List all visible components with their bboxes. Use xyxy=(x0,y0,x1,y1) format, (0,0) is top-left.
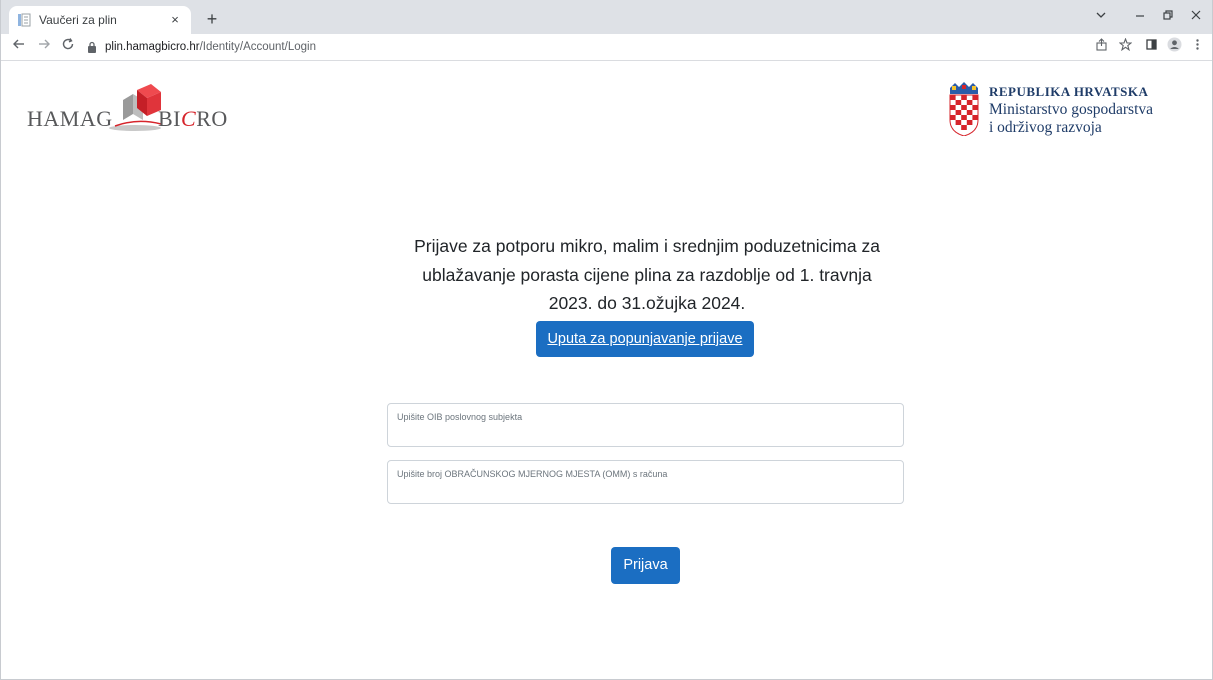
star-icon[interactable] xyxy=(1115,37,1135,57)
login-button[interactable]: Prijava xyxy=(611,547,680,584)
heading-line: 2023. do 31.ožujka 2024. xyxy=(548,293,746,313)
back-arrow-icon[interactable] xyxy=(9,37,29,57)
new-tab-button[interactable]: + xyxy=(201,9,223,31)
croatian-coat-of-arms-icon xyxy=(949,82,979,136)
profile-icon[interactable] xyxy=(1164,37,1184,57)
logo-text-bicro: BICRO xyxy=(158,106,228,131)
oib-input[interactable] xyxy=(388,404,903,446)
restore-icon[interactable] xyxy=(1157,8,1179,26)
omm-field[interactable]: Upišite broj OBRAČUNSKOG MJERNOG MJESTA … xyxy=(387,460,904,504)
share-icon[interactable] xyxy=(1091,37,1111,57)
forward-arrow-icon[interactable] xyxy=(34,37,54,57)
red-cube-icon xyxy=(109,84,162,131)
ministry-logo[interactable]: REPUBLIKA HRVATSKA Ministarstvo gospodar… xyxy=(949,82,1209,142)
tab-search-icon[interactable] xyxy=(1090,8,1112,26)
oib-field[interactable]: Upišite OIB poslovnog subjekta xyxy=(387,403,904,447)
url-path: /Identity/Account/Login xyxy=(199,41,316,53)
omm-input[interactable] xyxy=(388,461,903,503)
close-window-icon[interactable] xyxy=(1185,8,1207,26)
page-content: HAMAG BICRO REPUBLIKA HRVATSKA Ministars… xyxy=(1,62,1212,679)
ministry-country: REPUBLIKA HRVATSKA xyxy=(989,84,1149,99)
document-icon xyxy=(18,13,31,27)
browser-window: Vaučeri za plin × + plin.hamagbicro.hr/I… xyxy=(0,0,1213,680)
hamag-bicro-logo[interactable]: HAMAG BICRO xyxy=(27,84,237,140)
heading-line: Prijave za potporu mikro, malim i srednj… xyxy=(414,236,880,256)
ministry-name-line1: Ministarstvo gospodarstva xyxy=(989,101,1154,118)
tab-strip: Vaučeri za plin × + xyxy=(1,0,1212,34)
url-text: plin.hamagbicro.hr/Identity/Account/Logi… xyxy=(105,41,316,53)
reload-icon[interactable] xyxy=(58,37,78,57)
address-bar[interactable]: plin.hamagbicro.hr/Identity/Account/Logi… xyxy=(87,36,1087,58)
logo-text-hamag: HAMAG xyxy=(27,106,113,131)
browser-toolbar: plin.hamagbicro.hr/Identity/Account/Logi… xyxy=(1,34,1212,61)
close-tab-icon[interactable]: × xyxy=(167,12,183,28)
url-host: plin.hamagbicro.hr xyxy=(105,41,200,53)
side-panel-icon[interactable] xyxy=(1141,37,1161,57)
browser-tab[interactable]: Vaučeri za plin × xyxy=(9,6,191,34)
heading-line: ublažavanje porasta cijene plina za razd… xyxy=(422,264,872,285)
ministry-name-line2: i održivog razvoja xyxy=(989,119,1102,136)
lock-icon[interactable] xyxy=(87,41,97,53)
tab-title: Vaučeri za plin xyxy=(39,13,117,27)
instructions-button[interactable]: Uputa za popunjavanje prijave xyxy=(536,321,754,357)
kebab-menu-icon[interactable] xyxy=(1187,37,1207,57)
page-heading: Prijave za potporu mikro, malim i srednj… xyxy=(381,232,913,318)
minimize-icon[interactable] xyxy=(1129,8,1151,26)
